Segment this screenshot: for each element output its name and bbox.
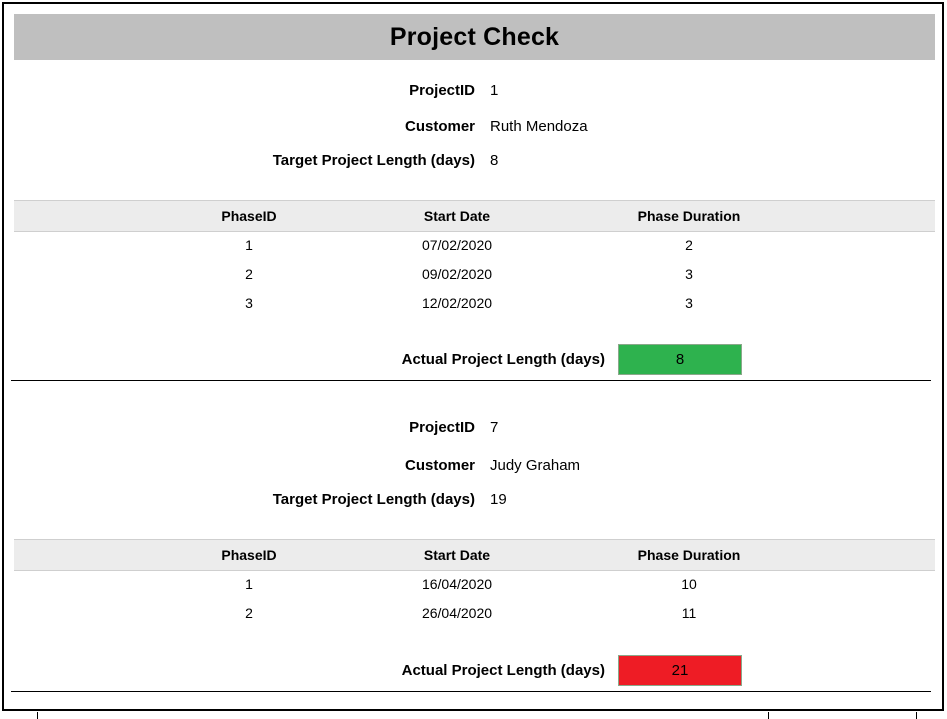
phase-id-cell: 2 <box>245 266 253 282</box>
phase-id-cell: 2 <box>245 605 253 621</box>
project-id-label: ProjectID <box>409 82 475 99</box>
actual-length-row: Actual Project Length (days) 21 <box>4 655 942 687</box>
column-gridline <box>916 712 917 719</box>
report-page: Project Check ProjectID 1 Customer Ruth … <box>2 2 944 711</box>
actual-length-label: Actual Project Length (days) <box>401 351 605 368</box>
target-length-row: Target Project Length (days) 19 <box>4 487 942 513</box>
project-id-row: ProjectID 1 <box>4 78 942 104</box>
column-header-start-date: Start Date <box>423 208 491 224</box>
section-divider <box>11 380 931 381</box>
column-gridline <box>768 712 769 719</box>
phase-duration-cell: 10 <box>681 576 697 592</box>
column-header-phase-id: PhaseID <box>221 208 277 224</box>
customer-row: Customer Ruth Mendoza <box>4 114 942 140</box>
phase-duration-cell: 3 <box>685 295 693 311</box>
section-divider <box>11 691 931 692</box>
actual-length-value: 8 <box>618 344 742 375</box>
column-header-phase-id: PhaseID <box>221 547 277 563</box>
start-date-cell: 26/04/2020 <box>421 605 493 621</box>
table-row: 2 26/04/2020 11 <box>14 599 935 628</box>
phase-duration-cell: 3 <box>685 266 693 282</box>
target-length-row: Target Project Length (days) 8 <box>4 148 942 174</box>
project-id-value: 7 <box>490 419 499 436</box>
column-gridline <box>37 712 38 719</box>
start-date-cell: 07/02/2020 <box>421 237 493 253</box>
column-header-phase-duration: Phase Duration <box>637 547 741 563</box>
page-edge-strip <box>0 712 947 719</box>
table-row: 1 16/04/2020 10 <box>14 570 935 599</box>
target-length-label: Target Project Length (days) <box>272 152 475 169</box>
column-header-phase-duration: Phase Duration <box>637 208 741 224</box>
customer-value: Judy Graham <box>490 457 581 474</box>
table-row: 2 09/02/2020 3 <box>14 260 935 289</box>
phase-id-cell: 1 <box>245 576 253 592</box>
start-date-cell: 12/02/2020 <box>421 295 493 311</box>
column-header-start-date: Start Date <box>423 547 491 563</box>
phase-id-cell: 1 <box>245 237 253 253</box>
target-length-value: 8 <box>490 152 499 169</box>
project-id-value: 1 <box>490 82 499 99</box>
customer-row: Customer Judy Graham <box>4 453 942 479</box>
project-id-row: ProjectID 7 <box>4 415 942 441</box>
actual-length-row: Actual Project Length (days) 8 <box>4 344 942 376</box>
phase-table-header: PhaseID Start Date Phase Duration <box>14 539 935 571</box>
table-row: 3 12/02/2020 3 <box>14 289 935 318</box>
title-bar: Project Check <box>14 14 935 60</box>
project-id-label: ProjectID <box>409 419 475 436</box>
table-row: 1 07/02/2020 2 <box>14 231 935 260</box>
start-date-cell: 09/02/2020 <box>421 266 493 282</box>
customer-value: Ruth Mendoza <box>490 118 588 135</box>
phase-duration-cell: 2 <box>685 237 693 253</box>
actual-length-value: 21 <box>618 655 742 686</box>
phase-duration-cell: 11 <box>681 605 697 621</box>
phase-table-header: PhaseID Start Date Phase Duration <box>14 200 935 232</box>
start-date-cell: 16/04/2020 <box>421 576 493 592</box>
phase-id-cell: 3 <box>245 295 253 311</box>
actual-length-label: Actual Project Length (days) <box>401 662 605 679</box>
customer-label: Customer <box>404 118 475 135</box>
report-title: Project Check <box>389 22 560 51</box>
target-length-label: Target Project Length (days) <box>272 491 475 508</box>
target-length-value: 19 <box>490 491 507 508</box>
customer-label: Customer <box>404 457 475 474</box>
